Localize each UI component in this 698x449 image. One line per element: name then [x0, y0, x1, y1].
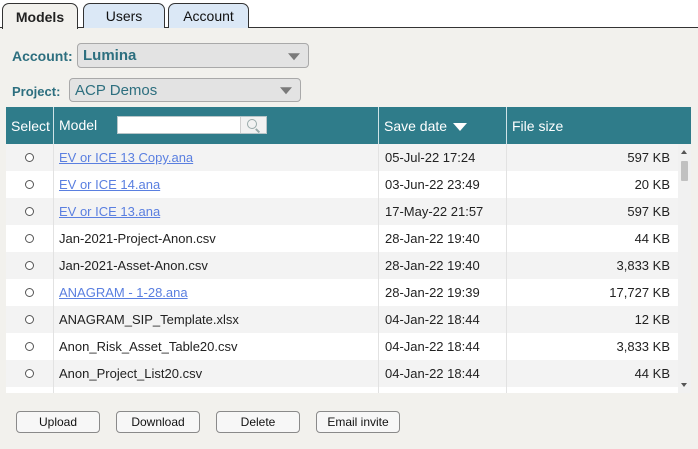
select-radio[interactable] — [25, 288, 34, 297]
model-name: Anon_Project_List20.csv — [59, 366, 203, 381]
model-name: Jan-2021-Asset-Anon.csv — [59, 258, 208, 273]
column-header-label: Model — [59, 117, 98, 133]
models-panel: Account: Lumina Project: ACP Demos Selec… — [0, 28, 698, 449]
file-size: 20 KB — [634, 177, 670, 192]
download-button[interactable]: Download — [116, 411, 200, 433]
table-row[interactable]: EV or ICE 13 Copy.ana 05-Jul-22 17:24 59… — [6, 144, 678, 171]
chevron-down-icon — [288, 52, 300, 60]
table-row[interactable]: EV or ICE 14.ana 03-Jun-22 23:49 20 KB — [6, 171, 678, 198]
project-label: Project: — [12, 84, 61, 99]
table-scrollbar[interactable] — [678, 144, 691, 393]
account-label: Account: — [12, 48, 73, 64]
column-header-select: Select — [6, 107, 54, 144]
select-radio[interactable] — [25, 153, 34, 162]
table-header: Select Model Save date File size — [6, 107, 691, 144]
save-date: 04-Jan-22 18:44 — [385, 366, 480, 381]
select-radio[interactable] — [25, 369, 34, 378]
select-radio[interactable] — [25, 261, 34, 270]
table-row[interactable] — [6, 387, 678, 393]
email-invite-button[interactable]: Email invite — [316, 411, 400, 433]
model-link[interactable]: EV or ICE 13.ana — [59, 204, 160, 219]
select-radio[interactable] — [25, 315, 34, 324]
tab-account[interactable]: Account — [168, 3, 249, 28]
scroll-up-icon[interactable] — [681, 150, 687, 154]
tab-bar: Models Users Account — [0, 0, 698, 29]
table-row[interactable]: Anon_Project_List20.csv 04-Jan-22 18:44 … — [6, 360, 678, 387]
delete-button[interactable]: Delete — [216, 411, 300, 433]
select-radio[interactable] — [25, 234, 34, 243]
table-row[interactable]: Jan-2021-Project-Anon.csv 28-Jan-22 19:4… — [6, 225, 678, 252]
save-date: 03-Jun-22 23:49 — [385, 177, 480, 192]
tab-label: Users — [105, 8, 143, 24]
tab-label: Models — [15, 8, 65, 25]
file-size: 17,727 KB — [609, 285, 670, 300]
save-date: 28-Jan-22 19:40 — [385, 231, 480, 246]
file-size: 44 KB — [634, 366, 670, 381]
save-date: 28-Jan-22 19:39 — [385, 285, 480, 300]
model-name: Jan-2021-Project-Anon.csv — [59, 231, 216, 246]
model-link[interactable]: EV or ICE 14.ana — [59, 177, 160, 192]
table-row[interactable]: Anon_Risk_Asset_Table20.csv 04-Jan-22 18… — [6, 333, 678, 360]
chevron-down-icon — [280, 87, 292, 95]
table-row[interactable]: ANAGRAM - 1-28.ana 28-Jan-22 19:39 17,72… — [6, 279, 678, 306]
column-header-label: Save date — [384, 117, 448, 134]
column-header-save-date[interactable]: Save date — [379, 107, 507, 144]
models-table: Select Model Save date File size EV or I… — [6, 107, 691, 393]
file-size: 3,833 KB — [616, 258, 671, 273]
column-header-file-size[interactable]: File size — [507, 107, 691, 144]
project-select[interactable]: ACP Demos — [69, 78, 301, 102]
save-date: 04-Jan-22 18:44 — [385, 312, 480, 327]
search-button[interactable] — [240, 117, 266, 133]
sort-descending-icon[interactable] — [453, 122, 468, 131]
select-radio[interactable] — [25, 180, 34, 189]
model-search-input[interactable] — [118, 117, 240, 133]
column-header-label: File size — [512, 117, 564, 134]
account-value: Lumina — [83, 47, 137, 64]
table-row[interactable]: ANAGRAM_SIP_Template.xlsx 04-Jan-22 18:4… — [6, 306, 678, 333]
table-row[interactable]: EV or ICE 13.ana 17-May-22 21:57 597 KB — [6, 198, 678, 225]
tab-users[interactable]: Users — [83, 3, 165, 28]
tab-models[interactable]: Models — [2, 3, 78, 29]
tab-label: Account — [183, 8, 234, 24]
file-size: 12 KB — [634, 312, 670, 327]
model-search-box — [117, 116, 267, 134]
project-value: ACP Demos — [75, 81, 158, 99]
scroll-down-icon[interactable] — [681, 383, 687, 387]
table-body: EV or ICE 13 Copy.ana 05-Jul-22 17:24 59… — [6, 144, 678, 393]
save-date: 05-Jul-22 17:24 — [385, 150, 476, 165]
save-date: 17-May-22 21:57 — [385, 204, 484, 219]
save-date: 28-Jan-22 19:40 — [385, 258, 480, 273]
account-select[interactable]: Lumina — [77, 43, 309, 68]
model-link[interactable]: ANAGRAM - 1-28.ana — [59, 285, 188, 300]
model-link[interactable]: EV or ICE 13 Copy.ana — [59, 150, 193, 165]
select-radio[interactable] — [25, 342, 34, 351]
scroll-thumb[interactable] — [681, 161, 688, 181]
file-size: 597 KB — [627, 204, 670, 219]
select-radio[interactable] — [25, 207, 34, 216]
table-row[interactable]: Jan-2021-Asset-Anon.csv 28-Jan-22 19:40 … — [6, 252, 678, 279]
search-icon — [247, 119, 257, 129]
upload-button[interactable]: Upload — [16, 411, 100, 433]
model-name: Anon_Risk_Asset_Table20.csv — [59, 339, 238, 354]
file-size: 3,833 KB — [616, 339, 671, 354]
file-size: 44 KB — [634, 231, 670, 246]
file-size: 597 KB — [627, 150, 670, 165]
column-header-label: Select — [11, 117, 50, 134]
model-name: ANAGRAM_SIP_Template.xlsx — [59, 312, 239, 327]
save-date: 04-Jan-22 18:44 — [385, 339, 480, 354]
